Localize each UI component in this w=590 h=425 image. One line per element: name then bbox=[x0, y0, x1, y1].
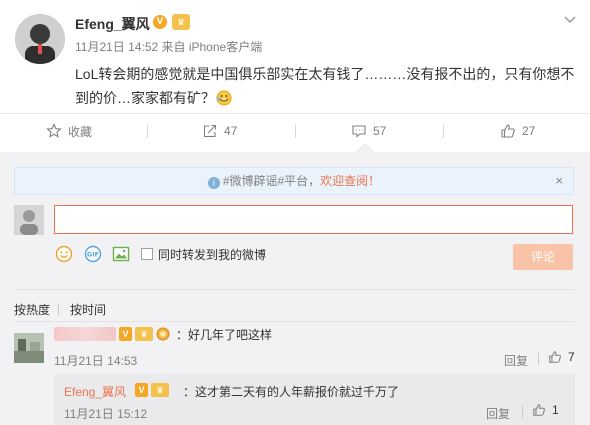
favorite-label: 收藏 bbox=[68, 124, 93, 139]
share-button[interactable]: 47 bbox=[202, 121, 237, 141]
divider bbox=[522, 406, 523, 418]
divider bbox=[14, 289, 575, 290]
thumbs-up-icon bbox=[501, 124, 515, 138]
commenter-name-blurred[interactable] bbox=[54, 327, 116, 341]
crown-badge-icon: ♛ bbox=[172, 14, 190, 30]
comment-time: 11月21日 14:53 bbox=[54, 354, 138, 368]
author-name[interactable]: Efeng_翼风 bbox=[75, 14, 150, 34]
comment-text: ：好几年了吧这样 bbox=[176, 328, 273, 342]
comment-button[interactable]: 57 bbox=[351, 121, 386, 141]
crown-badge-icon: ♛ bbox=[151, 383, 169, 397]
reply-text: ：这才第二天有的人年薪报价就过千万了 bbox=[183, 385, 400, 399]
thumbs-up-icon bbox=[533, 404, 545, 416]
comment-icon bbox=[352, 125, 366, 138]
comment-like-count: 7 bbox=[568, 350, 575, 364]
divider bbox=[538, 353, 539, 365]
divider bbox=[295, 124, 296, 138]
gif-icon[interactable]: GIF bbox=[84, 245, 102, 263]
image-icon[interactable] bbox=[112, 245, 130, 263]
smile-icon[interactable] bbox=[55, 245, 73, 263]
like-count: 27 bbox=[522, 124, 536, 138]
verified-badge-icon: V bbox=[153, 15, 167, 29]
info-icon: i bbox=[207, 177, 220, 189]
current-user-avatar bbox=[14, 205, 44, 235]
reply-like-button[interactable]: 1 bbox=[532, 403, 559, 417]
reply-author-name[interactable]: Efeng_翼风 bbox=[64, 383, 126, 400]
panel-pointer bbox=[356, 143, 374, 153]
divider bbox=[147, 124, 148, 138]
verified-badge-icon: V bbox=[135, 383, 148, 397]
thumbs-up-icon bbox=[549, 351, 561, 363]
svg-text:GIF: GIF bbox=[87, 251, 99, 259]
divider bbox=[14, 321, 575, 322]
sort-by-hot[interactable]: 按热度 bbox=[14, 301, 50, 318]
divider bbox=[58, 303, 59, 315]
chevron-down-icon[interactable] bbox=[563, 12, 577, 26]
comment-like-button[interactable]: 7 bbox=[548, 350, 575, 364]
comment-count: 57 bbox=[373, 124, 387, 138]
crown-badge-icon: ♛ bbox=[135, 327, 153, 341]
reply-like-count: 1 bbox=[552, 403, 559, 417]
post-meta: 11月21日 14:52 来自 iPhone客户端 bbox=[75, 40, 263, 54]
like-button[interactable]: 27 bbox=[500, 121, 535, 141]
comment-input[interactable] bbox=[54, 205, 573, 234]
repost-checkbox[interactable] bbox=[141, 248, 153, 260]
notice-link[interactable]: 欢迎查阅！ bbox=[320, 174, 380, 188]
reply-button[interactable]: 回复 bbox=[486, 405, 510, 422]
medal-icon bbox=[156, 327, 170, 341]
submit-comment-button[interactable]: 评论 bbox=[513, 244, 573, 270]
sort-by-time[interactable]: 按时间 bbox=[70, 301, 106, 318]
share-count: 47 bbox=[224, 124, 238, 138]
verified-badge-icon: V bbox=[119, 327, 132, 341]
favorite-button[interactable]: 收藏 bbox=[46, 121, 92, 141]
notice-text: #微博辟谣#平台， bbox=[222, 174, 321, 188]
author-avatar[interactable] bbox=[15, 14, 65, 64]
reply-button[interactable]: 回复 bbox=[504, 352, 528, 369]
divider bbox=[0, 113, 590, 114]
laughing-emoji-icon bbox=[215, 89, 233, 106]
post-content: LoL转会期的感觉就是中国俱乐部实在太有钱了………没有报不出的，只有你想不到的价… bbox=[75, 62, 585, 110]
reply-time: 11月21日 15:12 bbox=[64, 407, 148, 421]
post-text: LoL转会期的感觉就是中国俱乐部实在太有钱了………没有报不出的，只有你想不到的价… bbox=[75, 66, 575, 106]
star-icon bbox=[46, 123, 62, 138]
divider bbox=[443, 124, 444, 138]
rumor-notice-banner[interactable]: i #微博辟谣#平台，欢迎查阅！ × bbox=[14, 167, 574, 195]
repost-label[interactable]: 同时转发到我的微博 bbox=[158, 246, 266, 263]
share-icon bbox=[203, 124, 217, 138]
commenter-avatar[interactable] bbox=[14, 333, 44, 363]
close-icon[interactable]: × bbox=[555, 168, 563, 194]
